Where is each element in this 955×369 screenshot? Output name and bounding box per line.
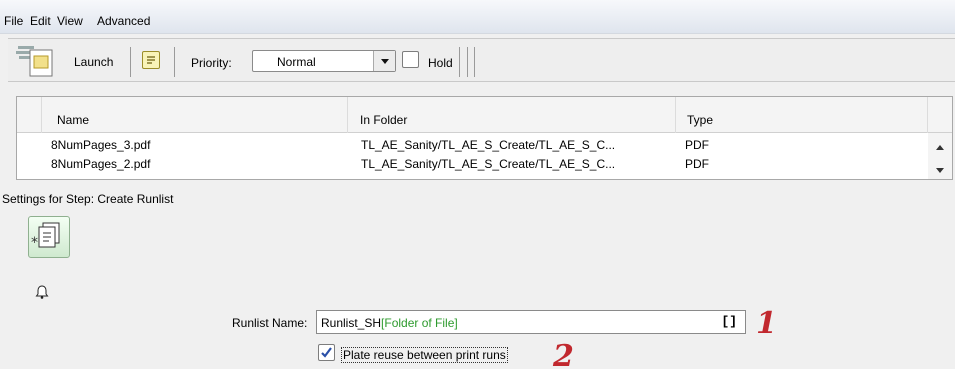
bell-icon[interactable] bbox=[35, 285, 49, 302]
plate-reuse-label[interactable]: Plate reuse between print runs bbox=[341, 347, 508, 363]
menu-file[interactable]: File bbox=[4, 14, 23, 28]
file-type: PDF bbox=[685, 157, 709, 171]
hold-label: Hold bbox=[428, 56, 453, 70]
toolbar-separator bbox=[474, 47, 475, 77]
toolbar-separator bbox=[130, 47, 131, 77]
annotation-marker-1: 1 bbox=[756, 306, 777, 341]
column-header-name[interactable]: Name bbox=[57, 113, 89, 127]
scroll-up-icon[interactable] bbox=[935, 141, 945, 155]
menu-edit[interactable]: Edit bbox=[30, 14, 51, 28]
menu-view[interactable]: View bbox=[57, 14, 83, 28]
table-row[interactable]: 8NumPages_3.pdf TL_AE_Sanity/TL_AE_S_Cre… bbox=[17, 136, 927, 155]
column-header-folder[interactable]: In Folder bbox=[360, 113, 407, 127]
toolbar: Launch Priority: Normal Hold bbox=[8, 38, 955, 82]
runlist-token: [Folder of File] bbox=[381, 316, 458, 330]
column-divider bbox=[347, 97, 348, 133]
table-header: Name In Folder Type bbox=[17, 97, 952, 133]
menu-bar: File Edit View Advanced bbox=[0, 0, 955, 34]
file-name: 8NumPages_2.pdf bbox=[51, 157, 151, 171]
column-divider bbox=[41, 97, 42, 133]
column-divider bbox=[675, 97, 676, 133]
checkmark-icon bbox=[321, 347, 332, 358]
vertical-scrollbar[interactable] bbox=[928, 133, 952, 179]
file-table: Name In Folder Type 8NumPages_3.pdf TL_A… bbox=[16, 96, 953, 180]
runlist-name-label: Runlist Name: bbox=[232, 316, 308, 330]
scroll-down-icon[interactable] bbox=[935, 163, 945, 177]
hold-checkbox[interactable] bbox=[402, 51, 419, 68]
svg-text:*: * bbox=[31, 235, 38, 251]
settings-header: Settings for Step: Create Runlist bbox=[2, 192, 174, 206]
column-header-type[interactable]: Type bbox=[687, 113, 713, 127]
priority-value: Normal bbox=[277, 55, 316, 69]
file-type: PDF bbox=[685, 138, 709, 152]
toolbar-separator bbox=[174, 47, 175, 77]
note-icon[interactable] bbox=[142, 51, 160, 69]
runlist-prefix: Runlist_SH bbox=[321, 316, 382, 330]
file-name: 8NumPages_3.pdf bbox=[51, 138, 151, 152]
launch-icon[interactable] bbox=[14, 42, 56, 78]
file-folder: TL_AE_Sanity/TL_AE_S_Create/TL_AE_S_C... bbox=[361, 138, 616, 152]
launch-button[interactable]: Launch bbox=[74, 55, 113, 69]
priority-select[interactable]: Normal bbox=[252, 50, 396, 72]
create-runlist-step-icon[interactable]: * bbox=[28, 216, 70, 258]
table-row[interactable]: 8NumPages_2.pdf TL_AE_Sanity/TL_AE_S_Cre… bbox=[17, 155, 927, 174]
insert-token-button[interactable]: [] bbox=[721, 314, 737, 329]
annotation-marker-2: 2 bbox=[553, 339, 574, 369]
toolbar-separator bbox=[467, 47, 468, 77]
priority-label: Priority: bbox=[191, 56, 232, 70]
menu-advanced[interactable]: Advanced bbox=[97, 14, 150, 28]
toolbar-separator bbox=[459, 47, 460, 77]
column-divider bbox=[927, 97, 928, 133]
runlist-name-value: Runlist_SH[Folder of File] bbox=[321, 316, 458, 330]
chevron-down-icon[interactable] bbox=[373, 51, 395, 71]
runlist-name-field[interactable]: Runlist_SH[Folder of File] [] bbox=[316, 310, 746, 334]
plate-reuse-checkbox[interactable] bbox=[318, 344, 335, 361]
file-folder: TL_AE_Sanity/TL_AE_S_Create/TL_AE_S_C... bbox=[361, 157, 616, 171]
